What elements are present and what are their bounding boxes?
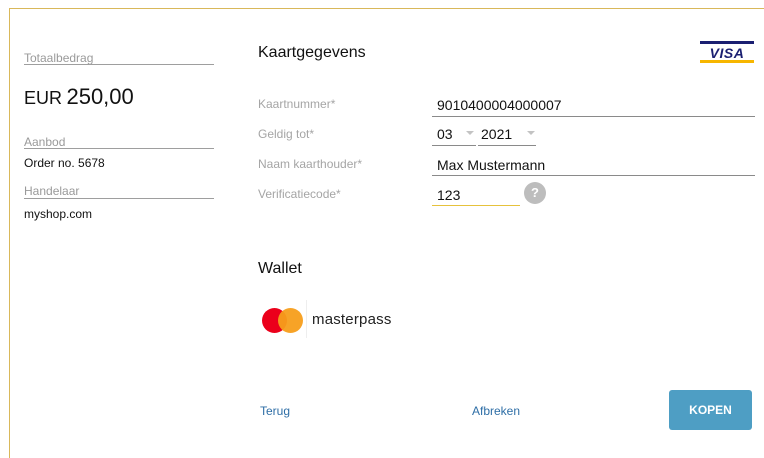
frame-border-top <box>9 8 764 9</box>
visa-bar-bottom <box>700 60 754 63</box>
visa-logo: VISA <box>700 41 754 63</box>
cvc-underline <box>432 205 520 206</box>
wallet-title: Wallet <box>258 260 302 277</box>
divider <box>24 148 214 149</box>
cvc-input[interactable]: 123 <box>437 187 460 203</box>
mastercard-orange-circle <box>278 308 303 333</box>
card-details-title: Kaartgegevens <box>258 44 366 61</box>
buy-button[interactable]: KOPEN <box>669 390 752 430</box>
card-number-underline <box>432 116 755 117</box>
expiry-month-select[interactable]: 03 <box>437 126 453 142</box>
payment-page: Totaalbedrag EUR 250,00 Aanbod Order no.… <box>0 0 764 458</box>
divider <box>24 64 214 65</box>
cardholder-label: Naam kaarthouder* <box>258 157 363 171</box>
chevron-down-icon[interactable] <box>527 131 535 135</box>
frame-border-left <box>9 8 10 458</box>
total-amount: EUR 250,00 <box>24 84 134 110</box>
merchant-label: Handelaar <box>24 184 80 198</box>
expiry-year-select[interactable]: 2021 <box>481 126 512 142</box>
card-number-label: Kaartnummer* <box>258 97 336 111</box>
card-number-input[interactable]: 9010400004000007 <box>437 97 562 113</box>
visa-wordmark: VISA <box>709 45 745 61</box>
expiry-label: Geldig tot* <box>258 127 315 141</box>
cardholder-input[interactable]: Max Mustermann <box>437 157 545 173</box>
visa-bar-top <box>700 41 754 44</box>
currency: EUR <box>24 88 63 108</box>
offer-value: Order no. 5678 <box>24 156 105 170</box>
offer-label: Aanbod <box>24 135 66 149</box>
expiry-year-underline <box>478 145 536 146</box>
expiry-month-underline <box>432 145 476 146</box>
cancel-link[interactable]: Afbreken <box>472 404 520 418</box>
masterpass-wordmark: masterpass <box>312 311 392 328</box>
divider <box>306 300 307 338</box>
divider <box>24 198 214 199</box>
merchant-value: myshop.com <box>24 207 93 221</box>
cardholder-underline <box>432 175 755 176</box>
total-amount-label: Totaalbedrag <box>24 51 94 65</box>
masterpass-button[interactable]: masterpass <box>258 300 414 338</box>
back-link[interactable]: Terug <box>260 404 290 418</box>
amount-value: 250,00 <box>66 84 134 109</box>
chevron-down-icon[interactable] <box>466 131 474 135</box>
help-icon[interactable]: ? <box>524 182 546 204</box>
cvc-label: Verificatiecode* <box>258 187 341 201</box>
